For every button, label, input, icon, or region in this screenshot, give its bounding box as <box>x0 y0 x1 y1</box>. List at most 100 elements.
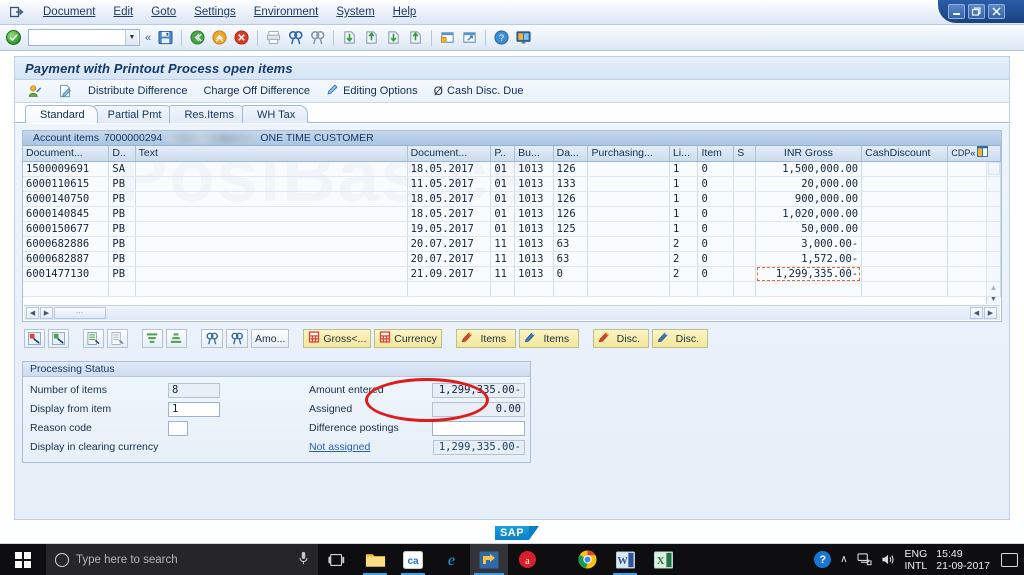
cell-item[interactable]: 0 <box>698 191 734 206</box>
cell-da[interactable]: 126 <box>553 206 588 221</box>
charge-off-difference-button[interactable]: Charge Off Difference <box>196 82 317 101</box>
system-menu-icon[interactable] <box>8 4 26 20</box>
cell-d[interactable]: SA <box>109 161 135 176</box>
cell-cash_discount[interactable] <box>862 266 948 281</box>
menu-document[interactable]: Document <box>34 4 104 20</box>
cell-li[interactable]: 1 <box>669 191 698 206</box>
taskbar-app-ca[interactable]: ca <box>394 544 432 575</box>
cell-item[interactable]: 0 <box>698 161 734 176</box>
difference-postings-field[interactable] <box>432 421 525 436</box>
cell-p[interactable]: 11 <box>491 251 515 266</box>
cell-s[interactable] <box>734 221 755 236</box>
cell-cdp[interactable] <box>948 161 1001 176</box>
cell-document_date[interactable]: 19.05.2017 <box>407 221 491 236</box>
cell-document_date[interactable]: 20.07.2017 <box>407 236 491 251</box>
cell-d[interactable]: PB <box>109 266 135 281</box>
table-row[interactable]: 6000682886PB20.07.201711101363203,000.00… <box>23 236 1001 251</box>
customize-layout-icon[interactable] <box>514 28 533 47</box>
cell-p[interactable]: 11 <box>491 266 515 281</box>
cell-s[interactable] <box>734 236 755 251</box>
cell-cdp[interactable] <box>948 251 1001 266</box>
cell-purchasing[interactable] <box>588 161 669 176</box>
cell-s[interactable] <box>734 176 755 191</box>
deselect-all-items-button[interactable] <box>48 329 69 348</box>
cell-li[interactable]: 1 <box>669 161 698 176</box>
tab-res-items[interactable]: Res.Items <box>169 105 247 123</box>
cell-da[interactable]: 63 <box>553 251 588 266</box>
taskbar-app-internet-explorer[interactable]: e <box>432 544 470 575</box>
command-dropdown-icon[interactable]: ▼ <box>125 30 138 45</box>
restore-button[interactable] <box>968 4 985 19</box>
cell-cash_discount[interactable] <box>862 206 948 221</box>
col-header-cash-discount[interactable]: CashDiscount <box>862 146 948 161</box>
cell-p[interactable]: 01 <box>491 206 515 221</box>
cell-document[interactable]: 6000140845 <box>23 206 109 221</box>
disc-button-2[interactable]: Disc. <box>652 329 708 348</box>
cell-bu[interactable]: 1013 <box>515 266 554 281</box>
cell-cdp[interactable] <box>948 176 1001 191</box>
hscroll-right-arrow[interactable]: ▶ <box>40 307 53 319</box>
print-icon[interactable] <box>264 28 283 47</box>
cell-da[interactable]: 125 <box>553 221 588 236</box>
cell-s[interactable] <box>734 266 755 281</box>
action-center-icon[interactable] <box>1001 553 1018 567</box>
cell-purchasing[interactable] <box>588 191 669 206</box>
cell-text[interactable] <box>135 161 407 176</box>
table-row[interactable]: 6000682887PB20.07.201711101363201,572.00… <box>23 251 1001 266</box>
cell-s[interactable] <box>734 206 755 221</box>
hscroll-thumb[interactable]: ⋯ <box>54 307 106 319</box>
cell-bu[interactable]: 1013 <box>515 251 554 266</box>
cell-cdp[interactable] <box>948 206 1001 221</box>
disc-button-1[interactable]: Disc. <box>593 329 649 348</box>
command-field[interactable]: ▼ <box>28 29 140 46</box>
cell-document[interactable]: 6000140750 <box>23 191 109 206</box>
last-page-icon[interactable] <box>406 28 425 47</box>
cell-inr_gross[interactable]: 1,572.00- <box>755 251 861 266</box>
clock[interactable]: 15:49 21-09-2017 <box>936 548 990 572</box>
cell-p[interactable]: 01 <box>491 221 515 236</box>
cell-item[interactable]: 0 <box>698 251 734 266</box>
cell-document_date[interactable]: 18.05.2017 <box>407 191 491 206</box>
cell-item[interactable]: 0 <box>698 206 734 221</box>
cash-disc-due-button[interactable]: Ø Cash Disc. Due <box>427 82 531 101</box>
microphone-icon[interactable] <box>298 551 309 568</box>
col-header-document-date[interactable]: Document... <box>407 146 491 161</box>
search-next-button[interactable] <box>226 329 248 348</box>
cell-s[interactable] <box>734 161 755 176</box>
cell-item[interactable]: 0 <box>698 221 734 236</box>
cell-da[interactable]: 63 <box>553 236 588 251</box>
new-session-icon[interactable] <box>438 28 457 47</box>
cell-inr_gross[interactable]: 50,000.00 <box>755 221 861 236</box>
cell-p[interactable]: 01 <box>491 176 515 191</box>
language-indicator[interactable]: ENG INTL <box>905 548 928 572</box>
cell-li[interactable]: 1 <box>669 206 698 221</box>
not-assigned-link[interactable]: Not assigned <box>309 441 405 453</box>
cell-inr_gross[interactable]: 3,000.00- <box>755 236 861 251</box>
table-row[interactable]: 6000110615PB11.05.20170110131331020,000.… <box>23 176 1001 191</box>
cell-document_date[interactable]: 18.05.2017 <box>407 161 491 176</box>
create-shortcut-icon[interactable] <box>460 28 479 47</box>
menu-settings[interactable]: Settings <box>185 4 245 20</box>
cell-document[interactable]: 6000150677 <box>23 221 109 236</box>
col-header-p[interactable]: P.. <box>491 146 515 161</box>
col-header-text[interactable]: Text <box>135 146 407 161</box>
cell-cdp[interactable] <box>948 236 1001 251</box>
volume-icon[interactable] <box>881 553 896 566</box>
save-icon[interactable] <box>156 28 175 47</box>
cell-d[interactable]: PB <box>109 176 135 191</box>
cell-d[interactable]: PB <box>109 236 135 251</box>
show-hidden-icons-chevron-icon[interactable]: ∧ <box>840 554 847 565</box>
editing-options-button[interactable]: Editing Options <box>319 82 425 101</box>
cell-cdp[interactable] <box>948 221 1001 236</box>
tab-standard[interactable]: Standard <box>25 105 98 123</box>
exit-icon[interactable] <box>210 28 229 47</box>
activate-items-button[interactable] <box>83 329 104 348</box>
sort-descending-button[interactable] <box>166 329 187 348</box>
cell-d[interactable]: PB <box>109 191 135 206</box>
col-header-inr-gross[interactable]: INR Gross <box>755 146 861 161</box>
col-header-cdp[interactable]: CDP« <box>948 146 1001 161</box>
taskbar-app-sap-logon[interactable] <box>470 544 508 575</box>
hscroll-right-arrow-3[interactable]: ▶ <box>984 307 997 319</box>
cell-bu[interactable]: 1013 <box>515 221 554 236</box>
cell-document[interactable]: 6001477130 <box>23 266 109 281</box>
